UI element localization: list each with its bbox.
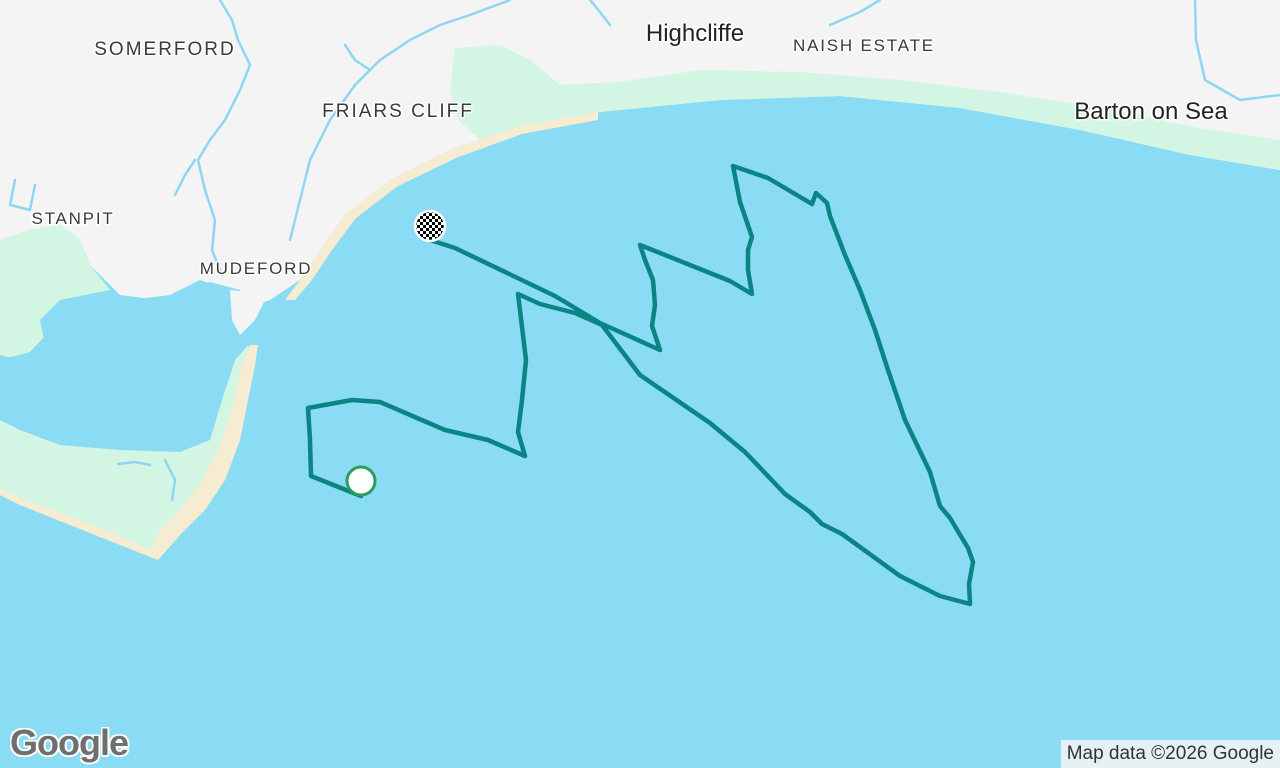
label-naish-estate: NAISH ESTATE: [793, 36, 935, 55]
label-highcliffe: Highcliffe: [646, 20, 744, 47]
label-barton-on-sea: Barton on Sea: [1074, 98, 1228, 125]
label-mudeford: MUDEFORD: [200, 259, 313, 278]
label-friars-cliff: FRIARS CLIFF: [322, 101, 474, 122]
start-marker[interactable]: [345, 465, 377, 497]
finish-flag[interactable]: [413, 209, 447, 243]
label-stanpit: STANPIT: [31, 209, 114, 228]
map-canvas[interactable]: SOMERFORD FRIARS CLIFF Highcliffe NAISH …: [0, 0, 1280, 768]
map-attribution[interactable]: Map data ©2026 Google: [1060, 740, 1280, 768]
label-somerford: SOMERFORD: [94, 39, 236, 60]
google-logo: Google: [10, 722, 129, 763]
